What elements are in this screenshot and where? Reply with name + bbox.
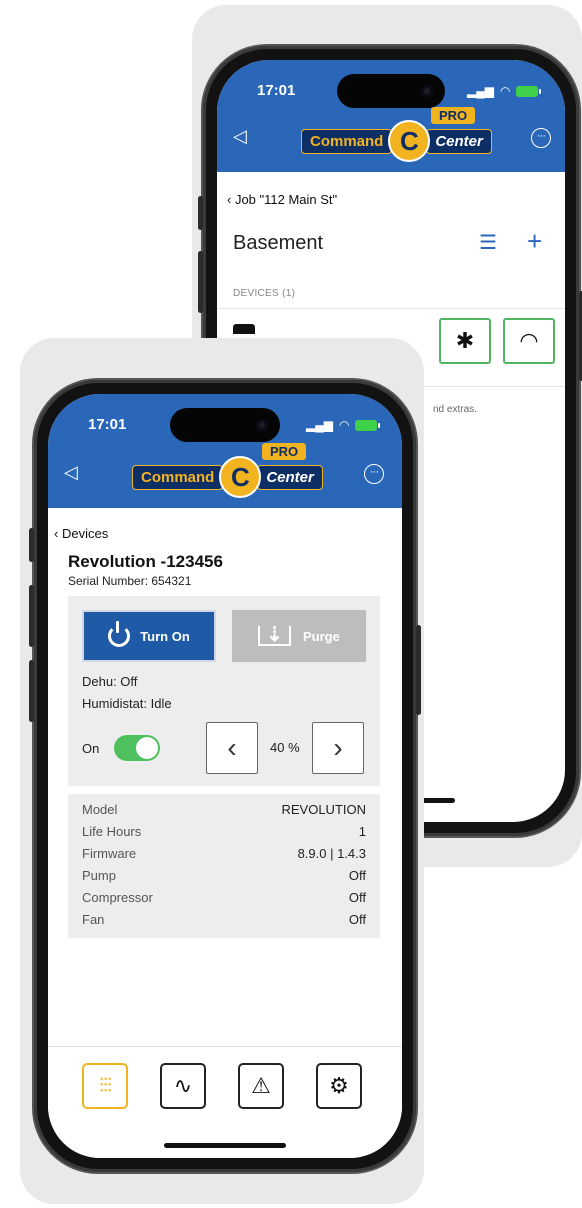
info-row: Compressor Off [82, 890, 366, 905]
app-header: 17:01 ▂▄▆ ◠ ◁ PRO Command C Center ··· [217, 60, 565, 172]
device-info-panel: Model REVOLUTION Life Hours 1 Firmware 8.9.0 … [68, 794, 380, 938]
toggle-label: On [82, 741, 100, 756]
dynamic-island [170, 408, 280, 442]
front-phone-screen: 17:01 ▂▄▆ ◠ ◁ PRO Command C Center ··· ‹… [48, 394, 402, 1158]
bluetooth-icon: ✱ [455, 328, 475, 353]
settings-icon: ⚙ [329, 1073, 349, 1098]
info-label: Fan [82, 912, 105, 927]
info-value: REVOLUTION [281, 802, 366, 817]
status-icons: ▂▄▆ ◠ [306, 418, 381, 432]
status-time: 17:01 [257, 82, 296, 99]
info-value: 8.9.0 | 1.4.3 [297, 846, 366, 861]
tab-controls[interactable]: ⫶⫶⫶ [82, 1063, 128, 1109]
status-time: 17:01 [88, 416, 127, 433]
breadcrumb-job[interactable]: ‹ Job "112 Main St" [227, 192, 337, 207]
power-icon [108, 621, 131, 647]
tab-settings[interactable]: ⚙ [316, 1063, 362, 1109]
bluetooth-button[interactable]: ✱ [439, 318, 491, 364]
chevron-left-icon: ‹ [54, 526, 62, 541]
tab-chart[interactable]: ∿ [160, 1063, 206, 1109]
back-arrow-icon[interactable]: ◁ [233, 126, 247, 147]
wifi-icon: ◠ [519, 328, 539, 353]
turn-on-button[interactable]: Turn On [82, 610, 216, 662]
breadcrumb-devices[interactable]: ‹ Devices [54, 526, 108, 541]
info-value: 1 [358, 824, 366, 839]
wifi-icon: ◠ [338, 418, 350, 432]
info-row: Life Hours 1 [82, 824, 366, 839]
add-icon[interactable]: + [527, 226, 542, 257]
info-row: Firmware 8.9.0 | 1.4.3 [82, 846, 366, 861]
page-title: Basement [233, 232, 324, 254]
front-phone-frame: 17:01 ▂▄▆ ◠ ◁ PRO Command C Center ··· ‹… [29, 380, 421, 1172]
status-icons: ▂▄▆ ◠ [467, 84, 542, 98]
info-value: Off [348, 912, 366, 927]
battery-icon [516, 85, 542, 97]
purge-button[interactable]: ⇣ Purge [232, 610, 366, 662]
dehu-status: Dehu: Off [82, 674, 138, 689]
back-arrow-icon[interactable]: ◁ [64, 462, 78, 483]
info-label: Life Hours [82, 824, 142, 839]
humidistat-status: Humidistat: Idle [82, 696, 172, 711]
battery-icon [355, 419, 381, 431]
chevron-right-icon: › [333, 732, 343, 763]
wifi-icon: ◠ [499, 84, 511, 98]
signal-icon: ▂▄▆ [306, 418, 333, 432]
command-center-logo: PRO Command C Center [301, 107, 492, 162]
info-label: Compressor [82, 890, 153, 905]
info-row: Model REVOLUTION [82, 802, 366, 817]
info-label: Model [82, 802, 118, 817]
home-indicator [164, 1143, 286, 1148]
info-label: Firmware [82, 846, 137, 861]
chevron-left-icon: ‹ [227, 192, 235, 207]
wifi-button[interactable]: ◠ [503, 318, 555, 364]
info-note: nd extras. [433, 404, 477, 415]
tab-alerts[interactable]: ⚠ [238, 1063, 284, 1109]
device-title: Revolution -123456 [68, 552, 223, 571]
device-row-icon [233, 324, 255, 334]
power-toggle[interactable] [114, 735, 160, 761]
info-value: Off [348, 890, 366, 905]
bottom-tab-bar: ⫶⫶⫶ ∿ ⚠ ⚙ [48, 1046, 402, 1158]
info-label: Pump [82, 868, 116, 883]
chevron-left-icon: ‹ [227, 732, 237, 763]
decrease-button[interactable]: ‹ [206, 722, 258, 774]
chart-icon: ∿ [173, 1073, 193, 1098]
humidity-setpoint: 40 % [270, 740, 300, 755]
more-options-icon[interactable]: ··· [364, 464, 384, 484]
devices-section-label: DEVICES (1) [233, 288, 296, 299]
info-row: Pump Off [82, 868, 366, 883]
control-panel: Turn On ⇣ Purge Dehu: Off Humidistat: Id… [68, 596, 380, 786]
info-row: Fan Off [82, 912, 366, 927]
signal-icon: ▂▄▆ [467, 84, 494, 98]
command-center-logo: PRO Command C Center [132, 443, 323, 498]
dynamic-island [337, 74, 445, 108]
more-options-icon[interactable]: ··· [531, 128, 551, 148]
filter-icon[interactable]: ☰ [479, 230, 497, 255]
info-value: Off [348, 868, 366, 883]
purge-icon: ⇣ [258, 625, 291, 646]
alert-icon: ⚠ [251, 1073, 271, 1098]
app-header: 17:01 ▂▄▆ ◠ ◁ PRO Command C Center ··· [48, 394, 402, 508]
controls-icon: ⫶⫶⫶ [99, 1074, 112, 1097]
serial-number: Serial Number: 654321 [68, 574, 192, 588]
increase-button[interactable]: › [312, 722, 364, 774]
